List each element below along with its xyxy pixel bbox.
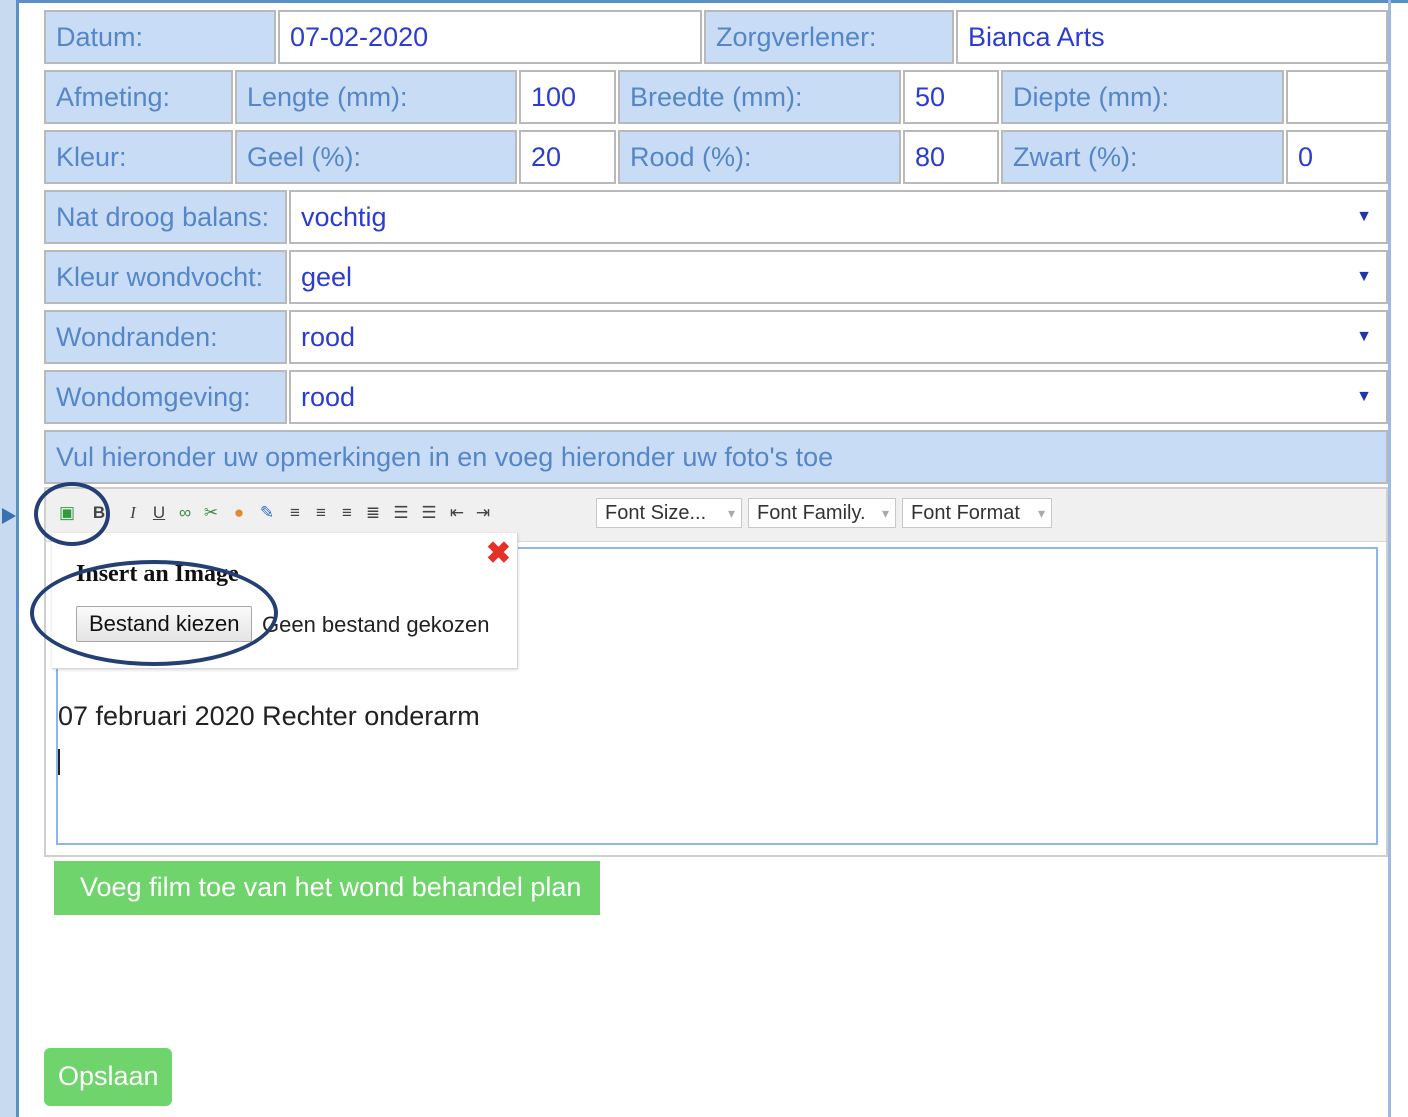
chevron-down-icon: ▼ bbox=[1356, 268, 1372, 285]
afmeting-label: Afmeting: bbox=[44, 70, 233, 124]
datum-label: Datum: bbox=[44, 10, 276, 64]
breedte-field[interactable]: 50 bbox=[903, 70, 999, 124]
add-film-button[interactable]: Voeg film toe van het wond behandel plan bbox=[54, 861, 600, 915]
row-datum: Datum: 07-02-2020 Zorgverlener: Bianca A… bbox=[44, 10, 1388, 64]
align-left-icon[interactable]: ≡ bbox=[286, 503, 304, 523]
row-kleur: Kleur: Geel (%): 20 Rood (%): 80 Zwart (… bbox=[44, 130, 1388, 184]
italic-icon[interactable]: I bbox=[124, 503, 142, 523]
font-family-label: Font Family. bbox=[757, 502, 866, 524]
link-icon[interactable]: ∞ bbox=[176, 503, 194, 523]
popup-title: Insert an Image bbox=[76, 561, 239, 587]
zorgverlener-field[interactable]: Bianca Arts bbox=[956, 10, 1388, 64]
page-border bbox=[1388, 0, 1391, 1117]
zwart-field[interactable]: 0 bbox=[1286, 130, 1388, 184]
row-kleur-wondvocht: Kleur wondvocht: geel ▼ bbox=[44, 250, 1388, 304]
underline-icon[interactable]: U bbox=[150, 503, 168, 523]
chevron-down-icon: ▾ bbox=[727, 505, 735, 521]
row-nat-droog: Nat droog balans: vochtig ▼ bbox=[44, 190, 1388, 244]
font-family-select[interactable]: Font Family. ▾ bbox=[748, 498, 896, 528]
file-status-text: Geen bestand gekozen bbox=[262, 612, 490, 637]
justify-icon[interactable]: ≣ bbox=[364, 503, 382, 523]
close-icon[interactable]: ✖ bbox=[486, 539, 511, 569]
insert-image-icon[interactable]: ▣ bbox=[58, 503, 76, 523]
geel-label: Geel (%): bbox=[235, 130, 517, 184]
color-icon[interactable]: ● bbox=[230, 503, 248, 523]
chevron-down-icon: ▼ bbox=[1356, 328, 1372, 345]
rood-field[interactable]: 80 bbox=[903, 130, 999, 184]
text-cursor bbox=[58, 749, 60, 775]
insert-image-popup: Insert an Image ✖ Bestand kiezen Geen be… bbox=[52, 533, 518, 669]
choose-file-button[interactable]: Bestand kiezen bbox=[76, 606, 253, 642]
wondomgeving-label: Wondomgeving: bbox=[44, 370, 287, 424]
save-button[interactable]: Opslaan bbox=[44, 1048, 172, 1106]
align-right-icon[interactable]: ≡ bbox=[338, 503, 356, 523]
html-icon[interactable]: ✎ bbox=[258, 503, 276, 523]
zorgverlener-label: Zorgverlener: bbox=[704, 10, 954, 64]
lengte-label: Lengte (mm): bbox=[235, 70, 517, 124]
kleur-wondvocht-selected-value: geel bbox=[301, 262, 353, 292]
unlink-icon[interactable]: ✂ bbox=[202, 503, 220, 523]
font-format-select[interactable]: Font Format ▾ bbox=[902, 498, 1052, 528]
chevron-down-icon: ▼ bbox=[1356, 388, 1372, 405]
lengte-field[interactable]: 100 bbox=[519, 70, 616, 124]
nat-droog-label: Nat droog balans: bbox=[44, 190, 287, 244]
editor-content: 07 februari 2020 Rechter onderarm bbox=[58, 701, 480, 731]
unordered-list-icon[interactable]: ☰ bbox=[420, 503, 438, 523]
row-wondomgeving: Wondomgeving: rood ▼ bbox=[44, 370, 1388, 424]
datum-field[interactable]: 07-02-2020 bbox=[278, 10, 702, 64]
chevron-down-icon: ▾ bbox=[1037, 505, 1045, 521]
ordered-list-icon[interactable]: ☰ bbox=[392, 503, 410, 523]
kleur-wondvocht-select[interactable]: geel ▼ bbox=[289, 250, 1388, 304]
wondomgeving-select[interactable]: rood ▼ bbox=[289, 370, 1388, 424]
remarks-instruction: Vul hieronder uw opmerkingen in en voeg … bbox=[44, 430, 1388, 484]
font-size-label: Font Size... bbox=[605, 502, 707, 524]
wondranden-label: Wondranden: bbox=[44, 310, 287, 364]
chevron-down-icon: ▾ bbox=[881, 505, 889, 521]
outdent-icon[interactable]: ⇤ bbox=[448, 503, 466, 523]
wondranden-selected-value: rood bbox=[301, 322, 356, 352]
row-wondranden: Wondranden: rood ▼ bbox=[44, 310, 1388, 364]
geel-field[interactable]: 20 bbox=[519, 130, 616, 184]
indent-icon[interactable]: ⇥ bbox=[474, 503, 492, 523]
wondomgeving-selected-value: rood bbox=[301, 382, 356, 412]
rood-label: Rood (%): bbox=[618, 130, 901, 184]
nat-droog-selected-value: vochtig bbox=[301, 202, 387, 232]
font-size-select[interactable]: Font Size... ▾ bbox=[596, 498, 742, 528]
breedte-label: Breedte (mm): bbox=[618, 70, 901, 124]
kleur-wondvocht-label: Kleur wondvocht: bbox=[44, 250, 287, 304]
bold-icon[interactable]: B bbox=[90, 503, 108, 523]
diepte-field[interactable] bbox=[1286, 70, 1388, 124]
zwart-label: Zwart (%): bbox=[1001, 130, 1284, 184]
diepte-label: Diepte (mm): bbox=[1001, 70, 1284, 124]
align-center-icon[interactable]: ≡ bbox=[312, 503, 330, 523]
nat-droog-select[interactable]: vochtig ▼ bbox=[289, 190, 1388, 244]
row-afmeting: Afmeting: Lengte (mm): 100 Breedte (mm):… bbox=[44, 70, 1388, 124]
chevron-down-icon: ▼ bbox=[1356, 208, 1372, 225]
font-format-label: Font Format bbox=[911, 502, 1020, 524]
annotation-arrow-icon bbox=[2, 508, 16, 524]
wondranden-select[interactable]: rood ▼ bbox=[289, 310, 1388, 364]
kleur-label: Kleur: bbox=[44, 130, 233, 184]
